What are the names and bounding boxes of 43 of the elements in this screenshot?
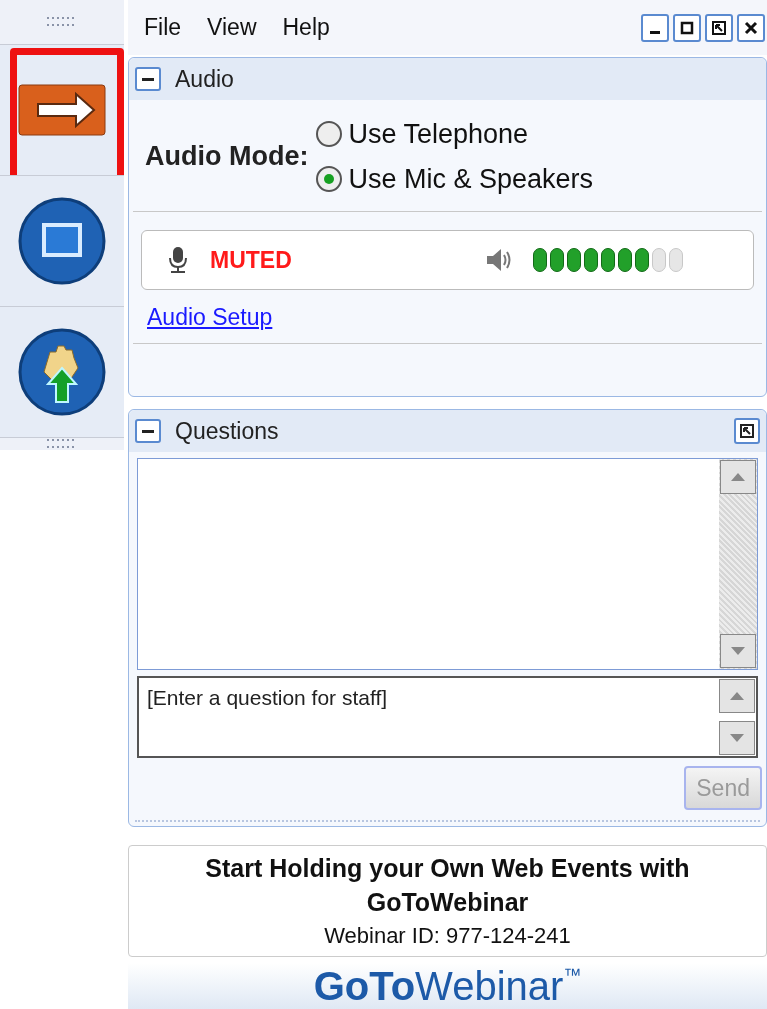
brand-logo: GoToWebinar™ bbox=[313, 966, 582, 1006]
collapse-button[interactable] bbox=[135, 67, 161, 91]
close-icon bbox=[744, 20, 758, 35]
radio-icon[interactable] bbox=[316, 121, 343, 148]
sidebar-button[interactable] bbox=[0, 307, 124, 437]
raise-hand-icon bbox=[18, 328, 106, 416]
up-triangle-icon bbox=[730, 472, 746, 482]
mute-status: MUTED bbox=[210, 245, 292, 275]
scroll-down-button[interactable] bbox=[719, 721, 755, 755]
collapse-button[interactable] bbox=[135, 419, 161, 443]
maximize-button[interactable] bbox=[673, 13, 701, 42]
sidebar-button[interactable] bbox=[0, 176, 124, 306]
scroll-down-button[interactable] bbox=[720, 634, 756, 668]
radio-icon[interactable] bbox=[316, 165, 343, 192]
menu-item[interactable]: File bbox=[144, 10, 182, 45]
webinar-id: Webinar ID: 977-124-241 bbox=[324, 921, 571, 950]
speaker-icon bbox=[485, 247, 513, 273]
minimize-icon bbox=[650, 31, 660, 34]
down-triangle-icon bbox=[730, 646, 746, 656]
radio-option[interactable]: Use Telephone bbox=[316, 114, 594, 155]
close-button[interactable] bbox=[737, 13, 765, 42]
pop-out-button[interactable] bbox=[734, 418, 760, 444]
restore-button[interactable] bbox=[705, 13, 733, 42]
grip-icon[interactable] bbox=[47, 16, 77, 28]
down-triangle-icon bbox=[729, 733, 745, 743]
pop-out-icon bbox=[740, 424, 754, 438]
panel-title: Questions bbox=[175, 416, 279, 446]
maximize-icon bbox=[680, 20, 694, 35]
audio-setup-link[interactable]: Audio Setup bbox=[147, 304, 273, 330]
up-triangle-icon bbox=[729, 691, 745, 701]
promo-headline: Start Holding your Own Web Events with GoToWebinar bbox=[204, 852, 691, 918]
menu-item[interactable]: Help bbox=[282, 10, 330, 45]
scroll-up-button[interactable] bbox=[719, 679, 755, 713]
grip-icon[interactable] bbox=[47, 438, 77, 450]
screen-icon bbox=[18, 197, 106, 285]
menu-item[interactable]: View bbox=[207, 10, 257, 45]
restore-icon bbox=[712, 20, 726, 35]
radio-option[interactable]: Use Mic & Speakers bbox=[316, 158, 594, 199]
panel-title: Audio bbox=[175, 64, 234, 94]
scroll-up-button[interactable] bbox=[720, 460, 756, 494]
audio-mode-label: Audio Mode: bbox=[145, 140, 309, 174]
microphone-icon bbox=[168, 246, 188, 274]
minimize-button[interactable] bbox=[641, 13, 669, 42]
